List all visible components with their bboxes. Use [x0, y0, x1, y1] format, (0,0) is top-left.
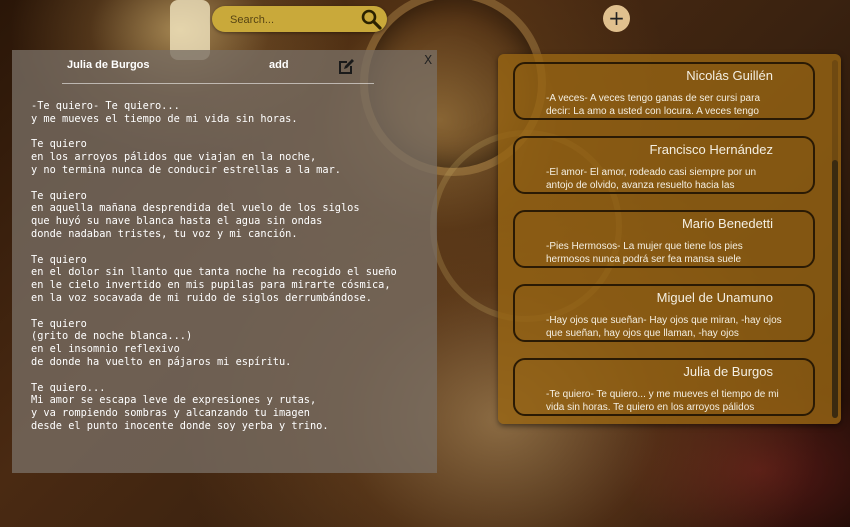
editor-author-name[interactable]: Julia de Burgos: [67, 59, 150, 71]
card-author: Mario Benedetti: [681, 216, 773, 231]
poem-card[interactable]: Francisco Hernández -El amor- El amor, r…: [513, 136, 815, 194]
poem-card[interactable]: Julia de Burgos -Te quiero- Te quiero...…: [513, 358, 815, 416]
poem-card[interactable]: Miguel de Unamuno -Hay ojos que sueñan- …: [513, 284, 815, 342]
cards-scrollbar-thumb[interactable]: [832, 160, 838, 418]
close-editor-button[interactable]: X: [424, 53, 432, 67]
poem-card[interactable]: Mario Benedetti -Pies Hermosos- La mujer…: [513, 210, 815, 268]
poem-card[interactable]: Nicolás Guillén -A veces- A veces tengo …: [513, 62, 815, 120]
card-author: Julia de Burgos: [683, 364, 773, 379]
card-author: Francisco Hernández: [649, 142, 773, 157]
card-excerpt: -Hay ojos que sueñan- Hay ojos que miran…: [546, 315, 782, 339]
edit-icon[interactable]: [336, 57, 356, 77]
poem-cards-panel: Nicolás Guillén -A veces- A veces tengo …: [498, 54, 841, 424]
editor-divider: [62, 83, 374, 84]
cards-scrollbar[interactable]: [832, 60, 838, 418]
search-input[interactable]: [228, 10, 357, 30]
card-author: Miguel de Unamuno: [656, 290, 773, 305]
card-excerpt: -A veces- A veces tengo ganas de ser cur…: [546, 93, 761, 117]
poem-textarea[interactable]: -Te quiero- Te quiero... y me mueves el …: [31, 100, 431, 433]
card-author: Nicolás Guillén: [686, 68, 773, 83]
editor-add-button[interactable]: add: [269, 59, 289, 71]
add-poem-button[interactable]: +: [603, 5, 630, 32]
search-icon[interactable]: [360, 8, 382, 30]
card-excerpt: -Pies Hermosos- La mujer que tiene los p…: [546, 241, 743, 265]
card-excerpt: -El amor- El amor, rodeado casi siempre …: [546, 167, 757, 191]
search-bar: [212, 6, 387, 32]
card-excerpt: -Te quiero- Te quiero... y me mueves el …: [546, 389, 779, 413]
poem-editor: Julia de Burgos add -Te quiero- Te quier…: [12, 50, 437, 473]
